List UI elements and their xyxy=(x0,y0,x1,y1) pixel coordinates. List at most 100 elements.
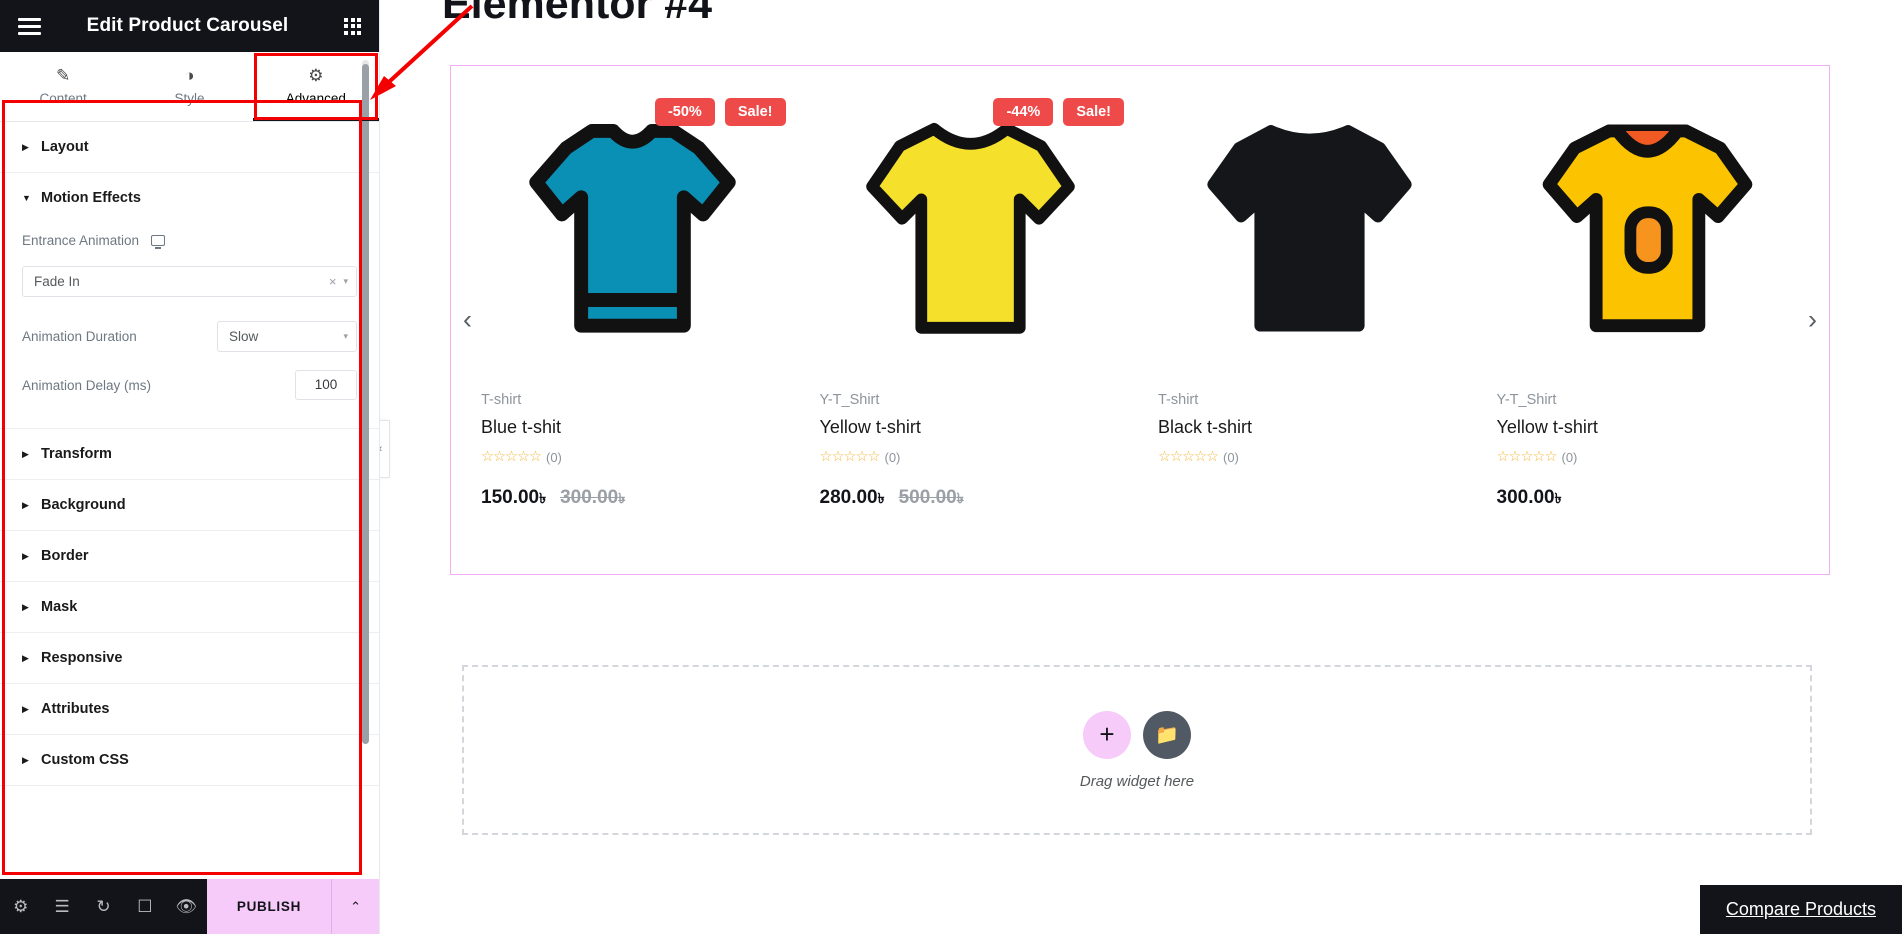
product-price: 280.00৳ 500.00৳ xyxy=(820,487,1123,511)
panel-scrollbar[interactable] xyxy=(362,60,369,744)
product-rating: ☆☆☆☆☆ (0) xyxy=(1158,449,1461,465)
yellow-pocket-tshirt-illustration xyxy=(1542,124,1753,333)
section-layout[interactable]: ▶ Layout xyxy=(0,122,379,173)
product-image[interactable] xyxy=(1497,86,1800,376)
animation-delay-input[interactable]: 100 xyxy=(295,370,357,400)
carousel-next-arrow[interactable]: › xyxy=(1808,305,1817,336)
product-category: Y-T_Shirt xyxy=(1496,392,1557,408)
chevron-right-icon: ▶ xyxy=(22,601,29,612)
blue-tshirt-illustration xyxy=(529,124,736,333)
tab-style-label: Style xyxy=(174,91,205,106)
panel-scrollbar-thumb[interactable] xyxy=(362,64,369,744)
entrance-animation-select[interactable]: Fade In × ▾ xyxy=(22,266,357,297)
gear-icon: ⚙ xyxy=(308,66,324,85)
tab-style[interactable]: ◑ Style xyxy=(126,52,252,121)
section-mask[interactable]: ▶ Mask xyxy=(0,582,379,633)
section-attributes[interactable]: ▶ Attributes xyxy=(0,684,379,735)
responsive-icon[interactable]: ☐ xyxy=(124,879,165,934)
chevron-right-icon: ▶ xyxy=(22,141,29,152)
clear-selection-icon[interactable]: × xyxy=(322,274,344,289)
sale-badge: Sale! xyxy=(724,98,786,126)
product-card[interactable]: T-shirt Black t-shirt ☆☆☆☆☆ (0) xyxy=(1140,66,1479,574)
chevron-right-icon: ▶ xyxy=(22,448,29,459)
panel-header: Edit Product Carousel xyxy=(0,0,379,52)
product-list: -50% Sale! T-shirt Blue t-shit ☆☆☆☆☆ (0) xyxy=(451,66,1829,574)
product-card[interactable]: -50% Sale! T-shirt Blue t-shit ☆☆☆☆☆ (0) xyxy=(463,66,802,574)
chevron-down-icon: ▾ xyxy=(343,331,348,341)
product-category: T-shirt xyxy=(1158,392,1199,408)
plus-icon[interactable]: + xyxy=(1083,710,1131,759)
entrance-animation-row: Entrance Animation xyxy=(22,233,357,249)
section-border-label: Border xyxy=(41,548,89,564)
star-rating-icon: ☆☆☆☆☆ xyxy=(819,449,881,465)
section-background-header[interactable]: ▶ Background xyxy=(22,480,357,530)
section-attributes-header[interactable]: ▶ Attributes xyxy=(22,684,357,734)
publish-button[interactable]: PUBLISH ⌃ xyxy=(206,879,380,934)
section-attributes-label: Attributes xyxy=(41,701,110,717)
product-carousel-widget[interactable]: ‹ › -50% Sale! T-shirt Blue t-shit ☆☆☆☆☆… xyxy=(450,65,1830,575)
widget-dropzone[interactable]: + 📁 Drag widget here xyxy=(462,665,1812,835)
product-category: Y-T_Shirt xyxy=(819,392,880,408)
preview-eye-icon[interactable]: 👁 xyxy=(166,879,207,934)
section-motion-effects[interactable]: ▼ Motion Effects Entrance Animation Fade… xyxy=(0,173,379,429)
section-transform[interactable]: ▶ Transform xyxy=(0,429,379,480)
section-background[interactable]: ▶ Background xyxy=(0,480,379,531)
currency-symbol: ৳ xyxy=(877,490,885,506)
animation-duration-select[interactable]: Slow ▾ xyxy=(217,321,357,352)
folder-icon[interactable]: 📁 xyxy=(1143,710,1191,759)
sale-badge: Sale! xyxy=(1063,98,1124,126)
product-name[interactable]: Blue t-shit xyxy=(481,417,784,438)
product-name[interactable]: Black t-shirt xyxy=(1158,417,1461,438)
section-transform-header[interactable]: ▶ Transform xyxy=(22,429,357,479)
section-mask-header[interactable]: ▶ Mask xyxy=(22,582,357,632)
panel-tabs: ✎ Content ◑ Style ⚙ Advanced xyxy=(0,52,379,122)
product-price: 300.00৳ xyxy=(1497,487,1800,511)
section-border-header[interactable]: ▶ Border xyxy=(22,531,357,581)
star-rating-icon: ☆☆☆☆☆ xyxy=(1496,449,1558,465)
tab-content-label: Content xyxy=(39,91,87,106)
section-background-label: Background xyxy=(41,497,126,513)
history-icon[interactable]: ↻ xyxy=(83,879,124,934)
layers-icon[interactable]: ☰ xyxy=(41,879,82,934)
chevron-down-icon: ▾ xyxy=(343,276,348,286)
tab-advanced[interactable]: ⚙ Advanced xyxy=(253,52,379,121)
section-custom-css[interactable]: ▶ Custom CSS xyxy=(0,735,379,786)
product-card[interactable]: -44% Sale! Y-T_Shirt Yellow t-shirt ☆☆☆☆… xyxy=(802,66,1141,574)
pencil-icon: ✎ xyxy=(56,66,71,85)
desktop-monitor-icon[interactable] xyxy=(151,235,166,249)
product-rating: ☆☆☆☆☆ (0) xyxy=(481,449,784,465)
apps-grid-icon[interactable] xyxy=(344,17,361,35)
chevron-down-icon: ▼ xyxy=(22,192,31,203)
product-card[interactable]: Y-T_Shirt Yellow t-shirt ☆☆☆☆☆ (0) 300.0… xyxy=(1479,66,1818,574)
product-image[interactable]: -44% Sale! xyxy=(820,86,1124,376)
animation-delay-label: Animation Delay (ms) xyxy=(22,377,152,393)
section-motion-effects-header[interactable]: ▼ Motion Effects xyxy=(22,173,357,223)
section-responsive-header[interactable]: ▶ Responsive xyxy=(22,633,357,683)
editor-sidebar-panel: Edit Product Carousel ✎ Content ◑ Style … xyxy=(0,0,380,934)
gear-icon[interactable]: ⚙ xyxy=(0,879,41,934)
product-image[interactable]: -50% Sale! xyxy=(481,86,786,376)
compare-products-bar: Compare Products xyxy=(1699,885,1902,934)
product-rating: ☆☆☆☆☆ (0) xyxy=(1497,449,1800,465)
section-border[interactable]: ▶ Border xyxy=(0,531,379,582)
compare-products-link[interactable]: Compare Products xyxy=(1726,899,1876,920)
panel-body[interactable]: ▶ Layout ▼ Motion Effects Entrance Anima… xyxy=(0,122,379,879)
tab-content[interactable]: ✎ Content xyxy=(0,52,126,121)
product-image[interactable] xyxy=(1158,86,1461,376)
section-responsive[interactable]: ▶ Responsive xyxy=(0,633,379,684)
product-name[interactable]: Yellow t-shirt xyxy=(1497,417,1800,438)
chevron-right-icon: ▶ xyxy=(22,499,29,510)
animation-duration-value: Slow xyxy=(229,329,259,344)
product-name[interactable]: Yellow t-shirt xyxy=(820,417,1123,438)
panel-collapse-handle[interactable]: ‹ xyxy=(380,420,390,478)
currency-symbol: ৳ xyxy=(618,490,626,506)
original-price: 300.00৳ xyxy=(560,487,626,508)
publish-options-caret-icon[interactable]: ⌃ xyxy=(331,879,379,934)
carousel-prev-arrow[interactable]: ‹ xyxy=(463,305,472,336)
section-layout-header[interactable]: ▶ Layout xyxy=(22,122,357,172)
product-rating: ☆☆☆☆☆ (0) xyxy=(820,449,1123,465)
section-custom-css-header[interactable]: ▶ Custom CSS xyxy=(22,735,357,785)
product-category: T-shirt xyxy=(481,392,522,408)
panel-title: Edit Product Carousel xyxy=(86,15,289,36)
chevron-right-icon: ▶ xyxy=(22,703,29,714)
